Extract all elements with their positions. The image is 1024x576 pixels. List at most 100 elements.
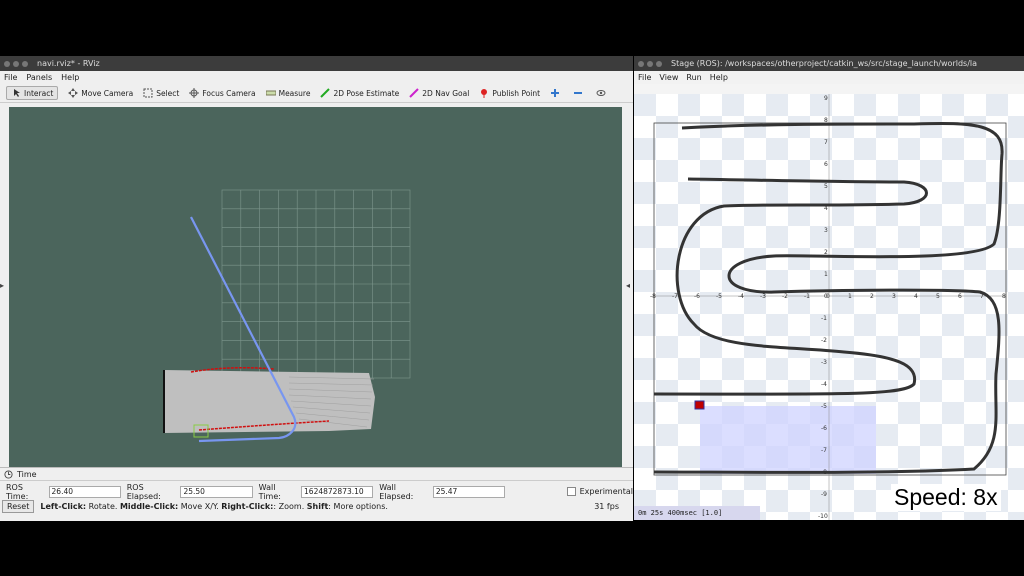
focus-camera-tool-button[interactable]: Focus Camera bbox=[189, 88, 256, 98]
y-tick-label: -5 bbox=[821, 403, 827, 410]
interact-tool-button[interactable]: Interact bbox=[6, 86, 59, 100]
minimize-window-icon[interactable] bbox=[13, 60, 19, 67]
ground-grid bbox=[221, 189, 411, 379]
time-values-row: ROS Time: 26.40 ROS Elapsed: 25.50 Wall … bbox=[0, 482, 633, 501]
right-panel-toggle-icon[interactable]: ◂ bbox=[626, 281, 630, 290]
stage-close-window-icon[interactable] bbox=[638, 60, 644, 67]
close-window-icon[interactable] bbox=[4, 60, 10, 67]
ros-time-label: ROS Time: bbox=[6, 482, 29, 501]
time-panel-header: Time bbox=[0, 468, 633, 481]
experimental-checkbox[interactable] bbox=[567, 487, 576, 496]
rviz-scene bbox=[163, 189, 411, 443]
add-tool-button[interactable] bbox=[550, 88, 563, 98]
x-tick-label: -3 bbox=[760, 293, 766, 300]
minus-icon bbox=[574, 92, 583, 94]
x-tick-label: 8 bbox=[1002, 293, 1006, 300]
pose-estimate-icon bbox=[320, 88, 331, 98]
measure-icon bbox=[265, 90, 276, 96]
robot-sensor-fov bbox=[700, 406, 876, 474]
hint-middle-click-text: Move X/Y. bbox=[178, 501, 222, 511]
rviz-toolbar: Interact Move Camera Select Focus Camera… bbox=[0, 84, 633, 103]
time-panel: Time ROS Time: 26.40 ROS Elapsed: 25.50 … bbox=[0, 467, 633, 521]
measure-tool-label: Measure bbox=[278, 88, 311, 98]
fps-counter: 31 fps bbox=[594, 501, 619, 511]
publish-point-tool-label: Publish Point bbox=[492, 88, 541, 98]
menu-help[interactable]: Help bbox=[61, 73, 79, 82]
wall-elapsed-field[interactable]: 25.47 bbox=[432, 485, 505, 498]
x-tick-label: -8 bbox=[650, 293, 656, 300]
local-costmap bbox=[163, 370, 375, 433]
view-options-button[interactable] bbox=[596, 88, 609, 98]
wall-time-field[interactable]: 1624872873.10 bbox=[301, 485, 374, 498]
reset-button[interactable]: Reset bbox=[2, 499, 35, 513]
experimental-label: Experimental bbox=[579, 487, 633, 496]
time-panel-title: Time bbox=[17, 469, 37, 479]
y-tick-label: 9 bbox=[824, 95, 828, 102]
ros-elapsed-field[interactable]: 25.50 bbox=[180, 485, 253, 498]
status-bar: Reset Left-Click: Rotate. Middle-Click: … bbox=[0, 499, 633, 513]
stage-world-canvas[interactable]: -8 -7 -6 -5 -4 -3 -2 -1 0 1 2 3 4 5 6 7 8 9 8 7 6 5 4 3 2 1 0 -1 -2… bbox=[634, 94, 1024, 520]
x-tick-label: -7 bbox=[672, 293, 678, 300]
wall-elapsed-label: Wall Elapsed: bbox=[379, 482, 414, 501]
x-tick-label: -5 bbox=[716, 293, 722, 300]
select-tool-label: Select bbox=[156, 88, 180, 98]
focus-camera-tool-label: Focus Camera bbox=[202, 88, 256, 98]
x-tick-label: 6 bbox=[958, 293, 962, 300]
measure-tool-button[interactable]: Measure bbox=[265, 88, 311, 98]
speed-overlay-label: Speed: 8x bbox=[891, 484, 1001, 511]
y-tick-label: -9 bbox=[821, 491, 827, 498]
y-tick-label: -1 bbox=[821, 315, 827, 322]
left-panel-toggle-icon[interactable]: ▸ bbox=[0, 281, 4, 290]
ros-elapsed-label: ROS Elapsed: bbox=[126, 482, 161, 501]
y-tick-label: 5 bbox=[824, 183, 828, 190]
interact-icon bbox=[14, 89, 20, 97]
x-tick-label: -4 bbox=[738, 293, 744, 300]
select-tool-button[interactable]: Select bbox=[143, 88, 179, 98]
sim-time-readout: 0m 25s 400msec [1.0] bbox=[634, 506, 760, 520]
menu-panels[interactable]: Panels bbox=[26, 73, 52, 82]
pose-estimate-tool-button[interactable]: 2D Pose Estimate bbox=[320, 88, 399, 98]
y-tick-label: -10 bbox=[818, 513, 828, 520]
hint-right-click: Right-Click: bbox=[221, 501, 274, 511]
hint-left-click: Left-Click: bbox=[40, 501, 87, 511]
hint-shift: Shift bbox=[306, 501, 329, 511]
ros-time-field[interactable]: 26.40 bbox=[48, 485, 121, 498]
move-camera-tool-button[interactable]: Move Camera bbox=[68, 88, 133, 98]
nav-goal-icon bbox=[409, 88, 419, 98]
x-tick-label: 1 bbox=[848, 293, 852, 300]
stage-world: -8 -7 -6 -5 -4 -3 -2 -1 0 1 2 3 4 5 6 7 8 9876543210-1-2… bbox=[634, 94, 1024, 520]
stage-menu-help[interactable]: Help bbox=[710, 73, 728, 82]
stage-menu-file[interactable]: File bbox=[638, 73, 651, 82]
hint-right-click-text: : Zoom. bbox=[273, 501, 307, 511]
menu-file[interactable]: File bbox=[4, 73, 17, 82]
x-tick-label: -6 bbox=[694, 293, 700, 300]
nav-goal-tool-button[interactable]: 2D Nav Goal bbox=[409, 88, 469, 98]
publish-point-icon bbox=[481, 89, 488, 98]
publish-point-tool-button[interactable]: Publish Point bbox=[479, 88, 540, 98]
stage-minimize-window-icon[interactable] bbox=[647, 60, 653, 67]
select-icon bbox=[143, 88, 153, 98]
move-camera-icon bbox=[68, 88, 79, 98]
stage-menu-view[interactable]: View bbox=[659, 73, 678, 82]
y-tick-label: -6 bbox=[821, 425, 827, 432]
y-tick-label: -2 bbox=[821, 337, 827, 344]
y-tick-label: -7 bbox=[821, 447, 827, 454]
y-tick-label: 1 bbox=[824, 271, 828, 278]
x-tick-label: 2 bbox=[870, 293, 874, 300]
stage-window-title: Stage (ROS): /workspaces/otherproject/ca… bbox=[671, 59, 978, 68]
focus-camera-icon bbox=[189, 88, 200, 98]
hint-middle-click: Middle-Click: bbox=[119, 501, 179, 511]
y-tick-label: 6 bbox=[824, 161, 828, 168]
maximize-window-icon[interactable] bbox=[22, 60, 28, 67]
stage-maximize-window-icon[interactable] bbox=[656, 60, 662, 67]
rviz-3d-viewport[interactable] bbox=[9, 107, 622, 520]
remove-tool-button[interactable] bbox=[573, 88, 586, 98]
x-tick-label: -1 bbox=[804, 293, 810, 300]
hint-left-click-text: Rotate. bbox=[86, 501, 120, 511]
x-tick-label: 5 bbox=[936, 293, 940, 300]
interact-tool-label: Interact bbox=[24, 88, 54, 98]
stage-menu-run[interactable]: Run bbox=[686, 73, 701, 82]
move-camera-tool-label: Move Camera bbox=[81, 88, 134, 98]
eye-icon bbox=[596, 90, 606, 96]
rviz-window-title: navi.rviz* - RViz bbox=[37, 59, 100, 68]
